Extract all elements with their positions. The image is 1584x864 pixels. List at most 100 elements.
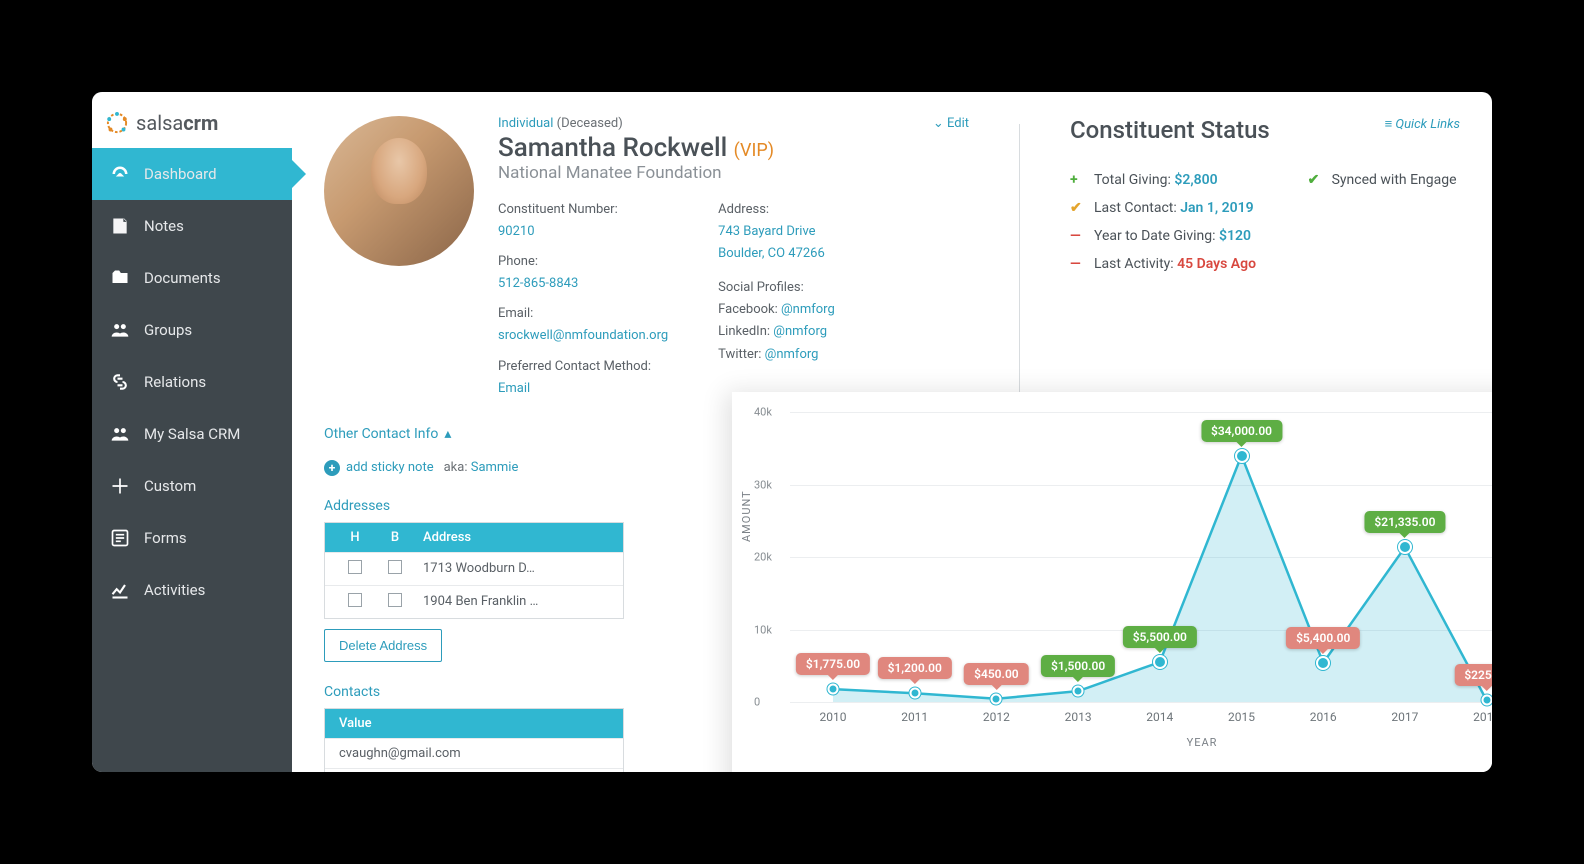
type-link[interactable]: Individual [498,116,553,131]
addresses-table: H B Address 1713 Woodburn D… 1904 Ben Fr… [324,522,624,619]
sidebar-item-activities[interactable]: Activities [92,564,292,616]
phone-value[interactable]: 512-865-8843 [498,273,668,295]
chart-point[interactable] [828,684,839,695]
address-line1[interactable]: 743 Bayard Drive [718,221,835,243]
sidebar-item-my-salsa-crm[interactable]: My Salsa CRM [92,408,292,460]
sidebar-item-groups[interactable]: Groups [92,304,292,356]
ytick: 30k [754,478,772,491]
address-label: Address: [718,199,835,221]
ytick: 40k [754,406,772,419]
chart-ylabel: AMOUNT [740,490,753,542]
vertical-divider [1019,124,1020,392]
address-line2[interactable]: Boulder, CO 47266 [718,243,835,265]
salsa-logo-icon [104,110,130,136]
table-row[interactable]: 1713 Woodburn D… [325,552,623,585]
chart-point[interactable] [1153,655,1167,669]
social-label: Social Profiles: [718,277,835,299]
aka-value[interactable]: Sammie [471,460,519,475]
table-row[interactable]: cvaughn@hotmail.com [325,768,623,772]
sidebar-item-custom[interactable]: Custom [92,460,292,512]
total-giving-row: + Total Giving: $2,800 [1070,166,1218,194]
email-value[interactable]: srockwell@nmfoundation.org [498,325,668,347]
chart-point[interactable] [909,688,920,699]
constituent-number[interactable]: 90210 [498,221,668,243]
col-h: H [335,530,375,545]
chart-point[interactable] [1235,449,1249,463]
pref-contact-label: Preferred Contact Method: [498,356,668,378]
plus-circle-icon: + [324,460,340,476]
xtick: 2015 [1228,710,1255,724]
delete-address-button[interactable]: Delete Address [324,629,442,662]
checkbox[interactable] [388,593,402,607]
sidebar: salsacrm Dashboard Notes Documents Groups Re… [92,92,292,772]
menu-icon: ≡ [1385,117,1393,132]
sidebar-item-notes[interactable]: Notes [92,200,292,252]
ytd-giving-row: — Year to Date Giving: $120 [1070,222,1460,250]
sidebar-item-documents[interactable]: Documents [92,252,292,304]
chart-point[interactable] [1073,686,1084,697]
logo-text: salsacrm [136,111,218,135]
address-cell: 1904 Ben Franklin … [415,594,613,609]
chart-point[interactable] [1481,695,1492,706]
phone-label: Phone: [498,251,668,273]
sidebar-item-label: My Salsa CRM [144,425,240,443]
xtick: 2010 [820,710,847,724]
addresses-header: H B Address [325,523,623,552]
last-contact-value: Jan 1, 2019 [1180,200,1253,216]
xtick: 2014 [1146,710,1173,724]
activities-icon [110,580,130,600]
sidebar-item-label: Groups [144,321,192,339]
last-activity-value: 45 Days Ago [1177,256,1256,272]
quick-links-button[interactable]: ≡ Quick Links [1385,116,1460,132]
add-sticky-button[interactable]: + add sticky note [324,460,434,476]
chart-point[interactable] [1316,656,1330,670]
col-address: Address [415,530,613,545]
last-activity-row: — Last Activity: 45 Days Ago [1070,250,1460,278]
xtick: 2016 [1310,710,1337,724]
chart-plot: 010k20k30k40k2010$1,775.002011$1,200.002… [790,412,1492,702]
chart-xlabel: YEAR [740,736,1492,749]
synced-row: ✔ Synced with Engage [1308,166,1457,194]
data-label: $21,335.00 [1364,511,1445,533]
chart-point[interactable] [1398,540,1412,554]
plus-icon: + [1070,166,1084,194]
profile-info: Individual (Deceased) Samantha Rockwell … [498,116,969,400]
twitter-link[interactable]: @nmforg [765,347,819,362]
sidebar-item-label: Notes [144,217,184,235]
minus-icon: — [1070,222,1084,250]
sidebar-item-dashboard[interactable]: Dashboard [92,148,292,200]
checkbox[interactable] [388,560,402,574]
data-label: $34,000.00 [1201,420,1282,442]
sidebar-item-label: Dashboard [144,165,217,183]
sidebar-item-label: Documents [144,269,221,287]
sidebar-item-label: Custom [144,477,196,495]
data-label: $1,500.00 [1041,655,1115,677]
chart-point[interactable] [991,693,1002,704]
constituent-name: Samantha Rockwell (VIP) [498,133,774,163]
checkbox[interactable] [348,593,362,607]
edit-button[interactable]: ⌄ Edit [933,116,969,131]
sidebar-item-forms[interactable]: Forms [92,512,292,564]
address-cell: 1713 Woodburn D… [415,561,613,576]
linkedin-link[interactable]: @nmforg [773,324,827,339]
main-content: Individual (Deceased) Samantha Rockwell … [292,92,1492,772]
aka-line: aka: Sammie [444,460,519,475]
constituent-number-label: Constituent Number: [498,199,668,221]
table-row[interactable]: 1904 Ben Franklin … [325,585,623,618]
chevron-down-icon: ⌄ [933,116,944,131]
data-label: $1,775.00 [796,653,870,675]
notes-icon [110,216,130,236]
chart-area: 010k20k30k40k2010$1,775.002011$1,200.002… [790,412,1492,732]
chart-panel: AMOUNT 010k20k30k40k2010$1,775.002011$1,… [732,392,1492,772]
twitter-row: Twitter: @nmforg [718,344,835,366]
facebook-link[interactable]: @nmforg [781,302,835,317]
checkbox[interactable] [348,560,362,574]
sidebar-item-relations[interactable]: Relations [92,356,292,408]
documents-icon [110,268,130,288]
table-row[interactable]: cvaughn@gmail.com [325,738,623,768]
sidebar-item-label: Forms [144,529,187,547]
custom-icon [110,476,130,496]
dashboard-icon [110,164,130,184]
col-b: B [375,530,415,545]
data-label: $1,200.00 [878,657,952,679]
